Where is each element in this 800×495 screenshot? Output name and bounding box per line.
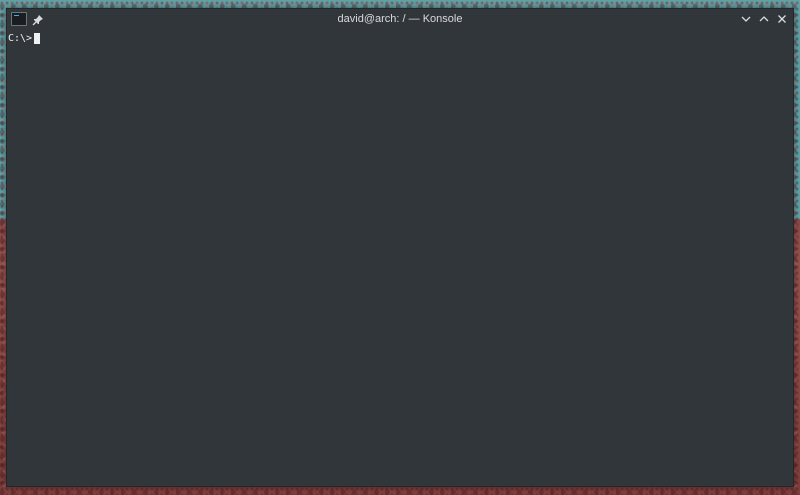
command-prompt: C:\> — [8, 33, 33, 44]
chevron-down-icon — [741, 16, 751, 22]
minimize-button[interactable] — [739, 12, 753, 26]
title-bar[interactable]: david@arch: / — Konsole — [7, 9, 793, 29]
close-icon — [778, 15, 786, 23]
chevron-up-icon — [759, 16, 769, 22]
maximize-button[interactable] — [757, 12, 771, 26]
close-button[interactable] — [775, 12, 789, 26]
text-cursor — [34, 33, 40, 44]
konsole-window: david@arch: / — Konsole C:\> — [6, 8, 794, 487]
window-title: david@arch: / — Konsole — [337, 13, 463, 25]
terminal-area[interactable]: C:\> — [7, 29, 793, 486]
